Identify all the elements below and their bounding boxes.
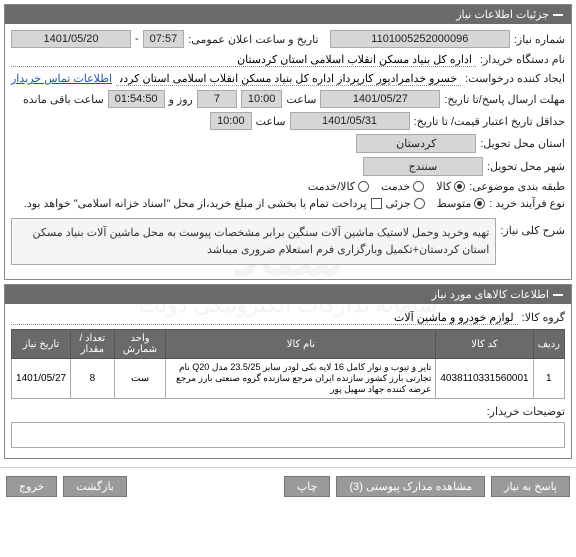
cell-code: 4038110331560001 (436, 359, 533, 399)
group-label: گروه کالا: (522, 311, 565, 324)
deadline-time: 10:00 (241, 90, 283, 108)
province-value: کردستان (356, 134, 476, 153)
remain-label: ساعت باقی مانده (23, 93, 104, 106)
days-label: روز و (169, 93, 193, 106)
deadline-label: مهلت ارسال پاسخ/تا تاریخ: (444, 93, 565, 106)
process-label: نوع فرآیند خرید : (489, 197, 565, 210)
treasury-checkbox[interactable] (371, 198, 382, 209)
need-number-label: شماره نیاز: (514, 33, 565, 46)
exit-button[interactable]: خروج (6, 476, 57, 497)
days-count: 7 (197, 90, 237, 108)
countdown-timer: 01:54:50 (108, 90, 165, 108)
time-label-1: ساعت (286, 93, 316, 106)
goods-info-panel: اطلاعات کالاهای مورد نیاز گروه کالا: ردی… (4, 284, 572, 459)
desc-label: شرح کلی نیاز: (500, 214, 565, 237)
collapse-icon[interactable] (553, 14, 563, 16)
radio-small[interactable] (414, 198, 425, 209)
radio-mid[interactable] (474, 198, 485, 209)
print-button[interactable]: چاپ (284, 476, 331, 497)
panel-title-2: اطلاعات کالاهای مورد نیاز (432, 288, 549, 301)
goods-table: ردیف کد کالا نام کالا واحد شمارش تعداد /… (11, 329, 565, 399)
buyer-notes-label: توضیحات خریدار: (487, 405, 565, 418)
radio-service[interactable] (413, 181, 424, 192)
radio-both-label: کالا/خدمت (308, 180, 355, 193)
th-code: کد کالا (436, 330, 533, 359)
panel-header-2: اطلاعات کالاهای مورد نیاز (5, 285, 571, 304)
cell-row: 1 (533, 359, 564, 399)
announce-time: 07:57 (143, 30, 185, 48)
table-row[interactable]: 1 4038110331560001 تایر و تیوب و نوار کا… (12, 359, 565, 399)
cell-qty: 8 (71, 359, 115, 399)
th-qty: تعداد / مقدار (71, 330, 115, 359)
buyer-notes-box (11, 422, 565, 448)
cell-date: 1401/05/27 (12, 359, 71, 399)
city-value: سنندج (363, 157, 483, 176)
announce-date: 1401/05/20 (11, 30, 131, 48)
back-button[interactable]: بازگشت (63, 476, 127, 497)
desc-box: تهیه وخرید وحمل لاستیک ماشین آلات سنگین … (11, 218, 496, 265)
radio-small-label: جزئی (386, 197, 411, 210)
footer-bar: پاسخ به نیاز مشاهده مدارک پیوستی (3) چاپ… (0, 467, 576, 505)
deadline-date: 1401/05/27 (320, 90, 440, 108)
contact-info-link[interactable]: اطلاعات تماس خریدار (11, 72, 112, 85)
group-value (11, 310, 518, 325)
reply-button[interactable]: پاسخ به نیاز (491, 476, 570, 497)
time-label-2: ساعت (256, 115, 286, 128)
attachments-button[interactable]: مشاهده مدارک پیوستی (3) (336, 476, 485, 497)
th-row: ردیف (533, 330, 564, 359)
radio-mid-label: متوسط (437, 197, 472, 210)
min-valid-date: 1401/05/31 (290, 112, 410, 130)
dash-sep: - (135, 33, 139, 45)
requester-value (116, 71, 461, 86)
radio-both[interactable] (358, 181, 369, 192)
category-radio-group: کالا خدمت کالا/خدمت (308, 180, 465, 193)
province-label: استان محل تحویل: (480, 137, 565, 150)
radio-service-label: خدمت (381, 180, 410, 193)
collapse-icon-2[interactable] (553, 294, 563, 296)
panel-title-1: جزئیات اطلاعات نیاز (456, 8, 549, 21)
treasury-note: پرداخت تمام یا بخشی از مبلغ خرید،از محل … (24, 197, 367, 210)
th-date: تاریخ نیاز (12, 330, 71, 359)
cell-name: تایر و تیوب و نوار کامل 16 لایه بکی لودر… (166, 359, 436, 399)
panel-header-1: جزئیات اطلاعات نیاز (5, 5, 571, 24)
min-valid-label: حداقل تاریخ اعتبار قیمت/ تا تاریخ: (414, 115, 565, 128)
need-number-value: 1101005252000096 (330, 30, 510, 48)
th-name: نام کالا (166, 330, 436, 359)
category-label: طبقه بندی موضوعی: (469, 180, 565, 193)
requester-label: ایجاد کننده درخواست: (465, 72, 565, 85)
radio-goods-label: کالا (436, 180, 451, 193)
th-unit: واحد شمارش (114, 330, 166, 359)
cell-unit: ست (114, 359, 166, 399)
min-valid-time: 10:00 (210, 112, 252, 130)
buyer-label: نام دستگاه خریدار: (480, 53, 565, 66)
city-label: شهر محل تحویل: (487, 160, 565, 173)
radio-goods[interactable] (454, 181, 465, 192)
process-radio-group: متوسط جزئی (386, 197, 486, 210)
need-details-panel: جزئیات اطلاعات نیاز شماره نیاز: 11010052… (4, 4, 572, 280)
announce-label: تاریخ و ساعت اعلان عمومی: (188, 33, 318, 46)
buyer-value (11, 52, 476, 67)
